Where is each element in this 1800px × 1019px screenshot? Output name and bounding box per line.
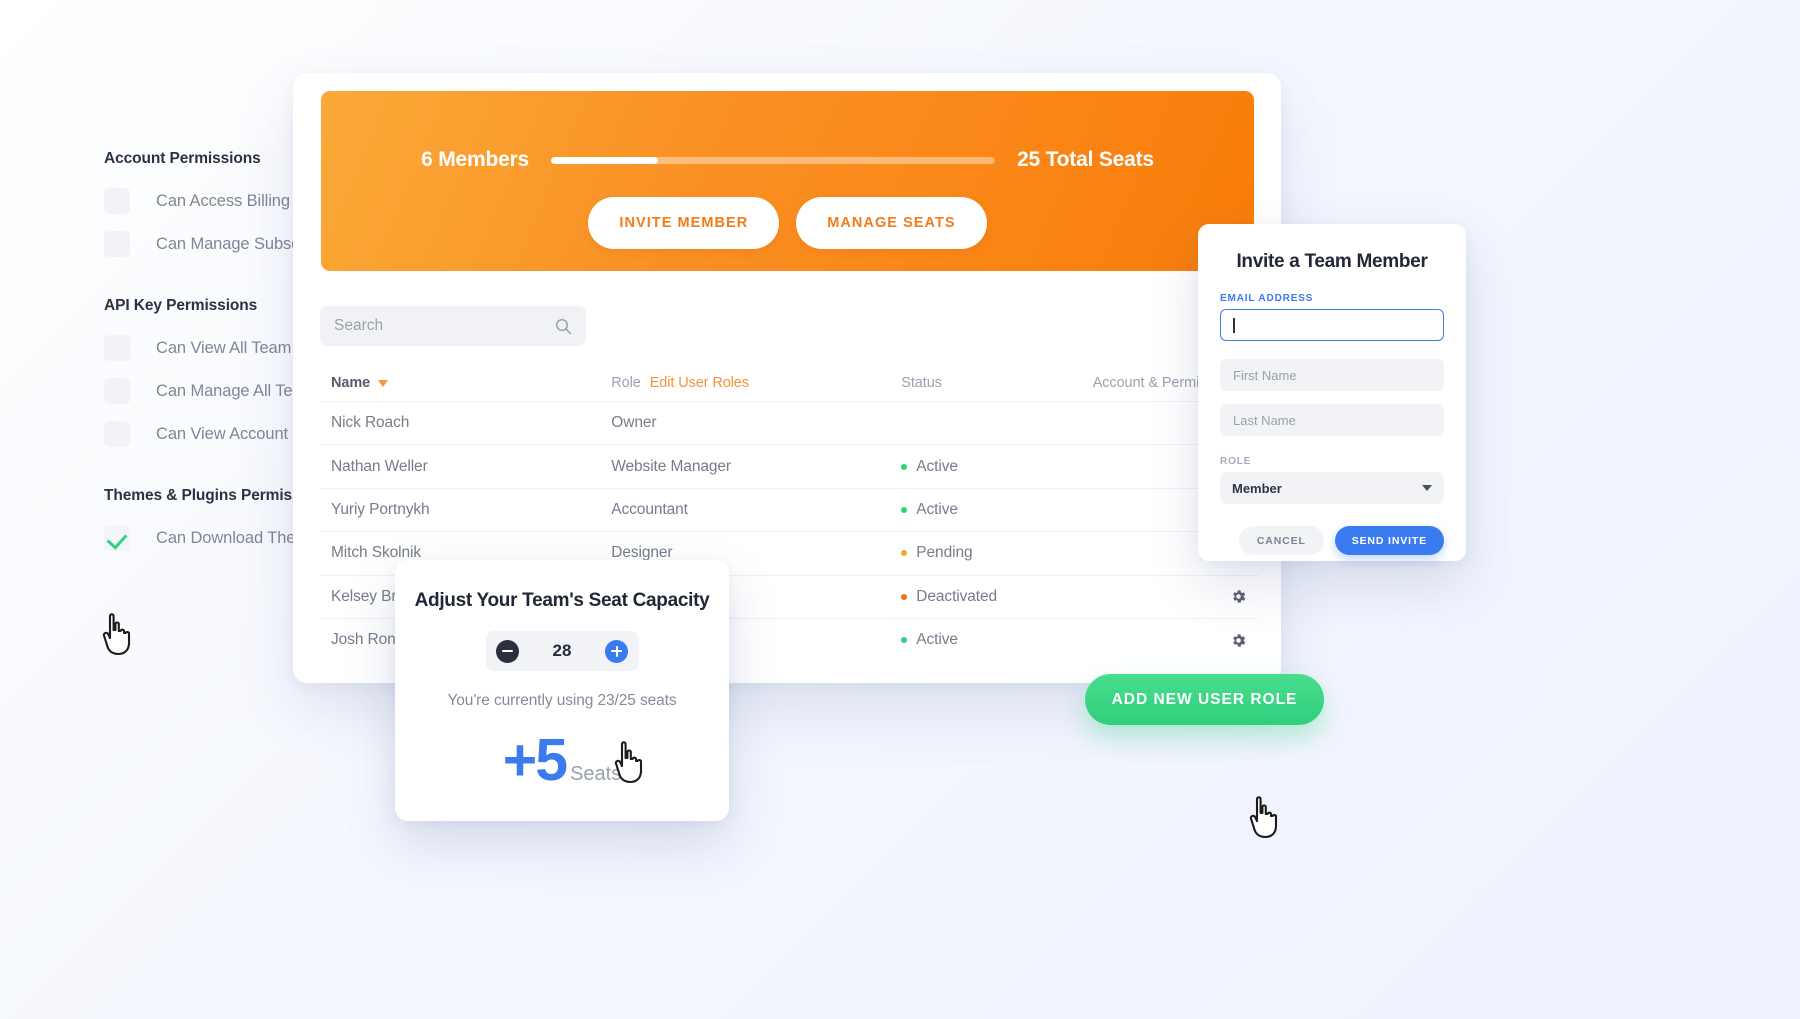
total-seats-label: 25 Total Seats xyxy=(1017,148,1154,171)
email-field[interactable] xyxy=(1220,309,1444,341)
role-select[interactable]: Member xyxy=(1220,472,1444,504)
table-row[interactable]: Nathan Weller Website Manager Active xyxy=(320,444,1258,487)
gear-icon[interactable] xyxy=(1230,588,1247,605)
seat-progress-fill xyxy=(551,156,658,164)
permission-label: Can Access Billing xyxy=(156,191,290,210)
seat-quantity-stepper[interactable]: 28 xyxy=(485,631,639,671)
status-badge: Deactivated xyxy=(901,588,1092,606)
column-header-name[interactable]: Name xyxy=(331,375,611,391)
first-name-field[interactable] xyxy=(1220,359,1444,391)
invite-panel-title: Invite a Team Member xyxy=(1236,251,1428,272)
status-dot-icon xyxy=(901,593,908,600)
seat-quantity-value: 28 xyxy=(552,641,572,660)
cell-name: Nathan Weller xyxy=(331,457,428,475)
send-invite-button[interactable]: SEND INVITE xyxy=(1334,526,1444,555)
role-field-label: ROLE xyxy=(1220,456,1252,467)
checkbox-icon[interactable] xyxy=(104,335,130,361)
cell-role: Owner xyxy=(611,414,657,432)
status-label: Pending xyxy=(916,544,973,562)
status-dot-icon xyxy=(901,550,908,557)
status-badge: Pending xyxy=(901,544,1092,562)
checkbox-icon[interactable] xyxy=(104,188,130,214)
hand-cursor-add-role xyxy=(1245,795,1281,844)
checkbox-icon[interactable] xyxy=(104,378,130,404)
column-header-name-label: Name xyxy=(331,375,371,391)
seat-usage-text: You're currently using 23/25 seats xyxy=(447,692,677,709)
table-header-row: Name Role Edit User Roles Status Account… xyxy=(320,365,1258,401)
status-badge: Active xyxy=(901,501,1092,519)
status-dot-icon xyxy=(901,506,908,513)
minus-circle-icon[interactable] xyxy=(495,639,519,663)
cancel-button[interactable]: CANCEL xyxy=(1238,526,1324,555)
seat-delta-display: +5 Seats xyxy=(503,731,621,790)
cell-role: Website Manager xyxy=(611,457,731,475)
chevron-down-icon[interactable] xyxy=(1422,485,1432,491)
checkbox-icon[interactable] xyxy=(104,231,130,257)
cell-role: Accountant xyxy=(611,500,688,518)
text-caret xyxy=(1233,317,1235,333)
plus-circle-icon[interactable] xyxy=(605,639,629,663)
status-label: Deactivated xyxy=(916,587,998,605)
table-row[interactable]: Nick Roach Owner xyxy=(320,401,1258,444)
edit-user-roles-link[interactable]: Edit User Roles xyxy=(650,375,749,391)
cell-name: Yuriy Portnykh xyxy=(331,500,430,518)
status-badge: Active xyxy=(901,631,1092,649)
role-select-value: Member xyxy=(1232,480,1282,496)
last-name-field[interactable] xyxy=(1220,404,1444,436)
column-header-status: Status xyxy=(901,375,942,391)
hand-cursor-permissions xyxy=(98,612,134,661)
status-label: Active xyxy=(916,457,958,475)
status-label: Active xyxy=(916,631,958,649)
column-header-role: Role Edit User Roles xyxy=(611,375,901,391)
add-new-user-role-button[interactable]: ADD NEW USER ROLE xyxy=(1085,674,1324,725)
caret-down-icon[interactable] xyxy=(378,379,389,387)
invite-member-button[interactable]: INVITE MEMBER xyxy=(588,197,780,249)
seat-delta-value: +5 xyxy=(502,727,568,793)
invite-team-member-panel: Invite a Team Member EMAIL ADDRESS ROLE … xyxy=(1198,224,1466,561)
members-count-label: 6 Members xyxy=(421,148,530,171)
checkbox-checked-icon[interactable] xyxy=(104,525,130,551)
seat-capacity-modal: Adjust Your Team's Seat Capacity 28 You'… xyxy=(395,560,729,821)
invite-actions: CANCEL SEND INVITE xyxy=(1220,526,1444,555)
cell-account-permissions xyxy=(1093,632,1247,649)
cell-name: Nick Roach xyxy=(331,414,410,432)
status-label: Active xyxy=(916,500,958,518)
search-icon[interactable] xyxy=(555,318,572,335)
seat-modal-title: Adjust Your Team's Seat Capacity xyxy=(414,590,710,611)
gear-icon[interactable] xyxy=(1230,632,1247,649)
seat-delta-unit: Seats xyxy=(570,763,622,785)
search-input[interactable] xyxy=(334,317,555,335)
manage-seats-button[interactable]: MANAGE SEATS xyxy=(796,197,987,249)
search-box[interactable] xyxy=(320,306,586,346)
cell-account-permissions xyxy=(1093,588,1247,605)
status-badge: Active xyxy=(901,458,1092,476)
status-dot-icon xyxy=(901,463,908,470)
seat-meter: 6 Members 25 Total Seats xyxy=(321,148,1254,172)
table-row[interactable]: Yuriy Portnykh Accountant Active xyxy=(320,487,1258,531)
hero-button-group: INVITE MEMBER MANAGE SEATS xyxy=(588,197,987,249)
column-header-role-label: Role xyxy=(611,375,641,391)
checkbox-icon[interactable] xyxy=(104,421,130,447)
seat-usage-hero: 6 Members 25 Total Seats INVITE MEMBER M… xyxy=(321,91,1254,271)
status-dot-icon xyxy=(901,637,908,644)
email-field-label: EMAIL ADDRESS xyxy=(1220,293,1314,304)
seat-progress-bar xyxy=(551,156,996,164)
